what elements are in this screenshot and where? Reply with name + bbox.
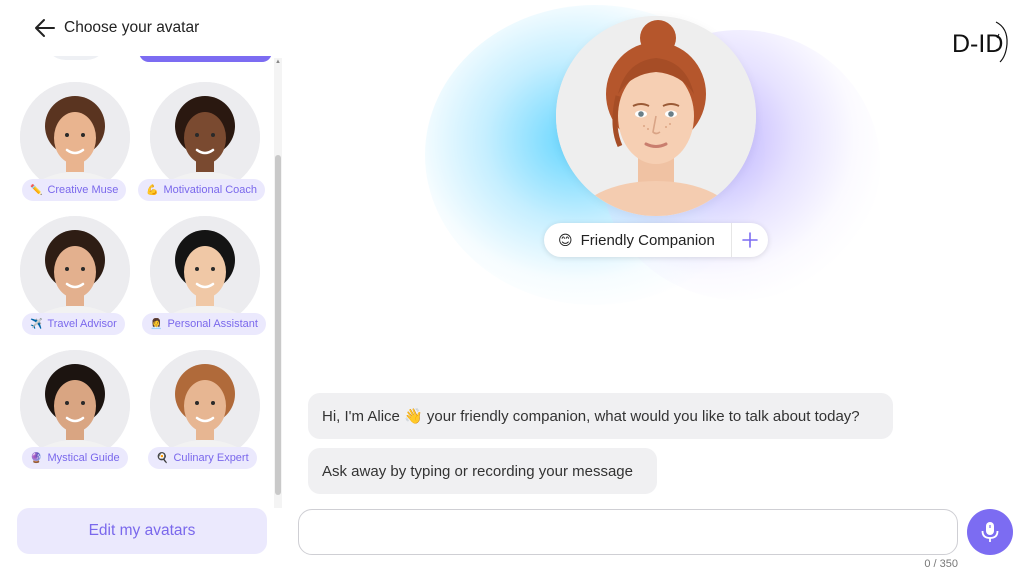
avatar-label[interactable]: 🔮 Mystical Guide	[22, 447, 128, 469]
record-button[interactable]	[967, 509, 1013, 555]
person-portrait-icon	[150, 216, 260, 326]
person-portrait-icon	[20, 82, 130, 192]
add-companion-button[interactable]	[732, 223, 768, 257]
flexed-biceps-icon: 💪	[146, 184, 159, 196]
person-portrait-icon	[150, 82, 260, 192]
d-id-logo: D-ID	[950, 18, 1010, 66]
selected-avatar-image	[556, 16, 756, 216]
avatar-label[interactable]: ✏️ Creative Muse	[22, 179, 127, 201]
avatar-label-text: Personal Assistant	[167, 318, 258, 330]
avatar-label-text: Motivational Coach	[163, 184, 258, 196]
sidebar-title: Choose your avatar	[64, 19, 200, 36]
avatar-label-partial[interactable]	[139, 56, 272, 62]
avatar-card-personal-assistant[interactable]: 👩‍💼 Personal Assistant	[142, 216, 270, 344]
chat-message-bubble: Hi, I'm Alice 👋 your friendly companion,…	[308, 393, 893, 439]
scroll-up-arrow-icon[interactable]: ▲	[274, 58, 282, 66]
character-counter: 0 / 350	[924, 558, 958, 570]
avatar-label-text: Creative Muse	[47, 184, 119, 196]
message-input-box[interactable]	[298, 509, 958, 555]
logo-text: D-ID	[952, 30, 1003, 58]
avatar-label[interactable]: 🍳 Culinary Expert	[148, 447, 257, 469]
avatar-label[interactable]: ✈️ Travel Advisor	[22, 313, 125, 335]
plus-icon	[742, 232, 758, 248]
avatar-card-motivational-coach[interactable]: 💪 Motivational Coach	[138, 82, 270, 210]
arrow-left-icon[interactable]	[34, 17, 56, 39]
avatar-card-culinary-expert[interactable]: 🍳 Culinary Expert	[148, 350, 270, 478]
avatar-card-mystical-guide[interactable]: 🔮 Mystical Guide	[20, 350, 140, 478]
companion-name: Friendly Companion	[580, 231, 715, 249]
avatar-card-creative-muse[interactable]: ✏️ Creative Muse	[20, 82, 140, 210]
avatar-label-text: Travel Advisor	[47, 318, 117, 330]
avatar-image[interactable]	[150, 350, 260, 460]
airplane-icon: ✈️	[30, 318, 43, 330]
smiling-face-icon: 😊	[558, 231, 573, 248]
person-portrait-icon	[150, 350, 260, 460]
avatar-card-travel-advisor[interactable]: ✈️ Travel Advisor	[20, 216, 140, 344]
sidebar-header: Choose your avatar	[0, 0, 285, 56]
avatar-label-text: Culinary Expert	[173, 452, 249, 464]
woman-portrait-icon	[556, 16, 756, 216]
avatar-image[interactable]	[150, 216, 260, 326]
edit-avatars-button[interactable]: Edit my avatars	[17, 508, 267, 554]
avatar-image[interactable]	[20, 216, 130, 326]
person-portrait-icon	[20, 350, 130, 460]
office-worker-icon: 👩‍💼	[150, 318, 163, 330]
scrollbar-thumb[interactable]	[275, 155, 281, 495]
avatar-label[interactable]: 💪 Motivational Coach	[138, 179, 266, 201]
avatar-partial[interactable]	[44, 56, 108, 60]
pencil-icon: ✏️	[30, 184, 43, 196]
message-input[interactable]	[299, 510, 957, 554]
avatar-image[interactable]	[150, 82, 260, 192]
microphone-icon	[981, 522, 999, 542]
avatar-image[interactable]	[20, 350, 130, 460]
person-portrait-icon	[20, 216, 130, 326]
avatar-image[interactable]	[20, 82, 130, 192]
companion-name-button[interactable]: 😊 Friendly Companion	[544, 223, 732, 257]
crystal-ball-icon: 🔮	[30, 452, 43, 464]
avatar-label[interactable]: 👩‍💼 Personal Assistant	[142, 313, 266, 335]
chat-message-bubble: Ask away by typing or recording your mes…	[308, 448, 657, 494]
cooking-icon: 🍳	[156, 452, 169, 464]
avatar-sidebar: Choose your avatar ▲ ✏️ Creative Muse 💪 …	[0, 0, 285, 574]
companion-selector: 😊 Friendly Companion	[544, 223, 768, 257]
avatar-label-text: Mystical Guide	[47, 452, 120, 464]
